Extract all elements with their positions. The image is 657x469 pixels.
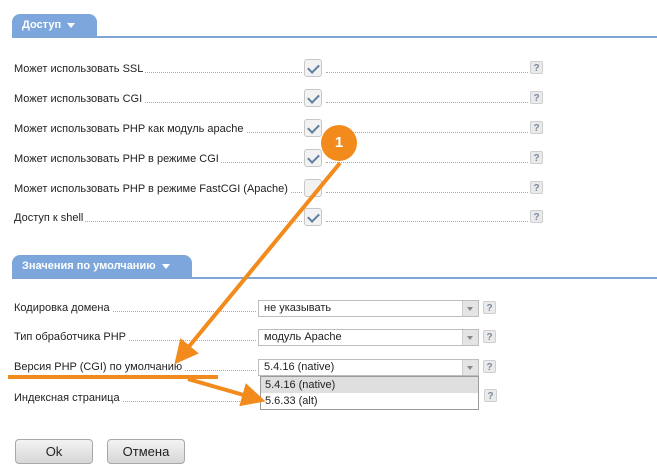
row-label: Индексная страница [14, 390, 122, 406]
row-label: Версия PHP (CGI) по умолчанию [14, 359, 185, 375]
help-icon[interactable]: ? [530, 91, 543, 104]
help-icon[interactable]: ? [530, 151, 543, 164]
row-label: Может использовать PHP в режиме FastCGI … [14, 181, 290, 197]
row-label: Может использовать SSL [14, 61, 146, 77]
help-icon[interactable]: ? [530, 121, 543, 134]
select-value: модуль Apache [264, 331, 342, 343]
help-icon[interactable]: ? [483, 301, 496, 314]
access-section-title: Доступ [22, 19, 62, 31]
dropdown-option[interactable]: 5.4.16 (native) [261, 377, 478, 393]
dropdown-arrow-icon [462, 330, 478, 345]
row-label: Может использовать PHP в режиме CGI [14, 151, 221, 167]
help-icon[interactable]: ? [483, 330, 496, 343]
php-apache-checkbox[interactable] [304, 119, 322, 137]
collapse-triangle-icon [161, 263, 170, 269]
help-icon[interactable]: ? [530, 210, 543, 223]
arrow-to-alt-option [187, 377, 266, 407]
row-label: Может использовать PHP как модуль apache [14, 121, 246, 137]
domain-encoding-select[interactable]: не указывать [258, 300, 479, 317]
checkmark-icon [307, 210, 320, 223]
help-icon[interactable]: ? [484, 389, 497, 402]
cgi-checkbox[interactable] [304, 89, 322, 107]
checkmark-icon [307, 121, 320, 134]
select-value: 5.4.16 (native) [264, 361, 335, 373]
checkmark-icon [307, 151, 320, 164]
help-icon[interactable]: ? [530, 181, 543, 194]
php-cgi-checkbox[interactable] [304, 149, 322, 167]
help-icon[interactable]: ? [483, 360, 496, 373]
row-label: Может использовать CGI [14, 91, 145, 107]
shell-checkbox[interactable] [304, 208, 322, 226]
cancel-button[interactable]: Отмена [107, 439, 185, 464]
dropdown-option[interactable]: 5.6.33 (alt) [261, 393, 478, 409]
dropdown-arrow-icon [462, 301, 478, 316]
access-section-tab[interactable]: Доступ [12, 14, 97, 36]
help-icon[interactable]: ? [530, 61, 543, 74]
php-fastcgi-checkbox[interactable] [304, 179, 322, 197]
row-label: Доступ к shell [14, 210, 86, 226]
defaults-section-tab[interactable]: Значения по умолчанию [12, 255, 192, 277]
php-handler-select[interactable]: модуль Apache [258, 329, 479, 346]
checkmark-icon [307, 91, 320, 104]
row-label: Кодировка домена [14, 300, 112, 316]
ssl-checkbox[interactable] [304, 59, 322, 77]
dropdown-arrow-icon [462, 360, 478, 375]
ok-button[interactable]: Ok [15, 439, 93, 464]
step-number-badge: 1 [321, 125, 357, 161]
row-label: Тип обработчика PHP [14, 329, 128, 345]
checkmark-icon [307, 61, 320, 74]
php-version-select[interactable]: 5.4.16 (native) [258, 359, 479, 376]
php-version-dropdown-list[interactable]: 5.4.16 (native) 5.6.33 (alt) [260, 376, 479, 410]
defaults-section-title: Значения по умолчанию [22, 260, 156, 272]
select-value: не указывать [264, 302, 332, 314]
collapse-triangle-icon [67, 22, 76, 28]
